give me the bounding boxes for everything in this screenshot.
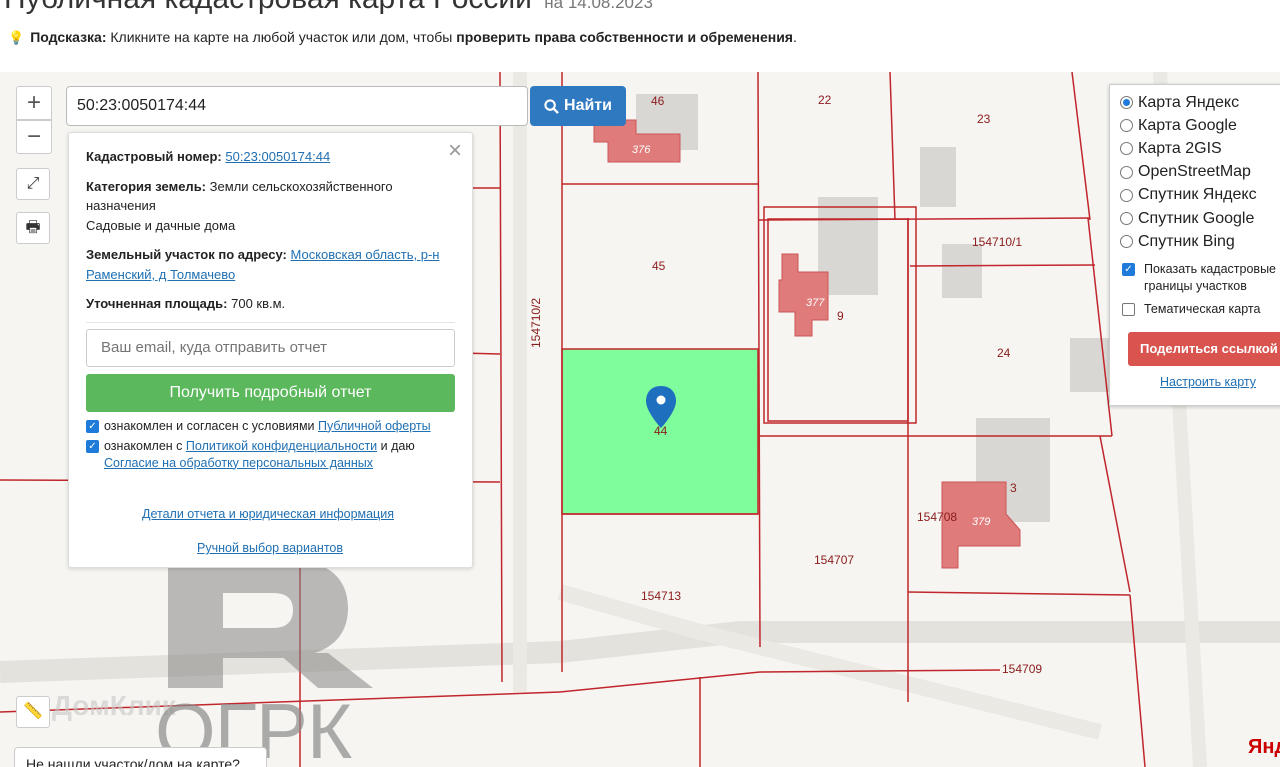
privacy-consent-text: ознакомлен с [104, 438, 186, 453]
expand-icon: ⤢ [26, 175, 40, 192]
cadastral-label: Кадастровый номер: [86, 149, 222, 164]
layer-option[interactable]: Карта 2GIS [1120, 137, 1280, 160]
layer-radio[interactable] [1120, 212, 1133, 226]
layer-radio[interactable] [1120, 96, 1133, 110]
privacy-consent-row: ✓ ознакомлен с Политикой конфиденциально… [86, 438, 455, 472]
yandex-attribution[interactable]: Янд [1248, 736, 1280, 759]
offer-link[interactable]: Публичной оферты [318, 419, 431, 433]
plot-label-46: 46 [651, 94, 665, 108]
zoom-in-button[interactable]: + [16, 86, 52, 120]
plot-label-154710-1: 154710/1 [972, 235, 1022, 249]
search-button[interactable]: Найти [530, 86, 626, 126]
layer-radio[interactable] [1120, 188, 1133, 202]
hint-end: . [792, 29, 797, 45]
plot-label-24: 24 [997, 346, 1011, 360]
layer-radio[interactable] [1120, 119, 1133, 133]
plot-label-22: 22 [818, 93, 832, 107]
layer-radio[interactable] [1120, 165, 1133, 179]
plot-info-panel: × Кадастровый номер: 50:23:0050174:44 Ка… [68, 132, 473, 568]
layer-option[interactable]: Спутник Bing [1120, 230, 1280, 253]
cadastral-number-link[interactable]: 50:23:0050174:44 [225, 149, 330, 164]
privacy-consent-mid: и даю [377, 438, 415, 453]
zoom-out-button[interactable]: − [16, 120, 52, 154]
privacy-consent-checkbox[interactable]: ✓ [86, 439, 99, 453]
plot-label-9: 9 [837, 309, 844, 323]
layer-option-label: Карта 2GIS [1138, 139, 1222, 157]
layer-radio[interactable] [1120, 142, 1133, 156]
address-label: Земельный участок по адресу: [86, 247, 287, 262]
lightbulb-icon: 💡 [8, 30, 25, 45]
area-value: 700 кв.м. [231, 296, 286, 311]
layer-option-label: Спутник Google [1138, 209, 1255, 227]
ruler-icon: 📏 [23, 703, 43, 720]
usage-value: Садовые и дачные дома [86, 217, 236, 233]
plot-label-154707: 154707 [814, 553, 854, 567]
setup-map-link[interactable]: Настроить карту [1160, 375, 1280, 389]
address-row: Земельный участок по адресу: Московская … [86, 245, 455, 284]
plot-label-45: 45 [652, 259, 666, 273]
email-field[interactable] [86, 328, 455, 367]
fullscreen-button[interactable]: ⤢ [16, 168, 50, 200]
report-details-link[interactable]: Детали отчета и юридическая информация [142, 507, 394, 521]
close-icon[interactable]: × [448, 137, 462, 165]
thematic-label: Тематическая карта [1144, 302, 1261, 317]
category-row: Категория земель: Земли сельскохозяйстве… [86, 177, 455, 236]
building-label-379: 379 [972, 516, 990, 528]
area-label: Уточненная площадь: [86, 296, 228, 311]
offer-consent-text: ознакомлен и согласен с условиями [104, 418, 318, 433]
privacy-policy-link[interactable]: Политикой конфиденциальности [186, 439, 377, 453]
plot-label-154710-2: 154710/2 [529, 298, 543, 348]
offer-consent-row: ✓ ознакомлен и согласен с условиями Публ… [86, 418, 455, 435]
hint-text: Кликните на карте на любой участок или д… [106, 29, 457, 45]
hint-label: Подсказка: [30, 29, 107, 45]
not-found-button[interactable]: Не нашли участок/дом на карте? [14, 747, 267, 767]
get-report-button[interactable]: Получить подробный отчет [86, 373, 455, 412]
offer-consent-checkbox[interactable]: ✓ [86, 419, 99, 433]
manual-selection-link[interactable]: Ручной выбор вариантов [197, 541, 343, 555]
page-date: на 14.08.2023 [544, 0, 653, 12]
plot-label-154708: 154708 [917, 510, 957, 524]
show-borders-option[interactable]: ✓ Показать кадастровые границы участков [1120, 261, 1280, 295]
show-borders-label: Показать кадастровые границы участков [1144, 262, 1277, 294]
page-title-text: Публичная кадастровая карта России [4, 0, 532, 15]
search-button-label: Найти [564, 97, 612, 114]
area-row: Уточненная площадь: 700 кв.м. [86, 294, 455, 314]
plot-label-3: 3 [1010, 481, 1017, 495]
cadastral-search-input[interactable] [66, 86, 528, 126]
layer-option[interactable]: Карта Яндекс [1120, 91, 1280, 114]
layer-radio[interactable] [1120, 235, 1133, 249]
printer-icon: 🖶 [25, 219, 41, 236]
layer-option-label: Спутник Bing [1138, 232, 1235, 250]
layer-option[interactable]: OpenStreetMap [1120, 161, 1280, 184]
ruler-button[interactable]: 📏 [16, 696, 50, 728]
show-borders-checkbox[interactable]: ✓ [1122, 263, 1135, 277]
layer-option[interactable]: Спутник Google [1120, 207, 1280, 230]
search-icon [544, 98, 559, 114]
layer-option[interactable]: Спутник Яндекс [1120, 184, 1280, 207]
building-label-376: 376 [632, 144, 651, 156]
print-button[interactable]: 🖶 [16, 212, 50, 244]
thematic-option[interactable]: Тематическая карта [1120, 301, 1280, 318]
layer-option-label: Карта Яндекс [1138, 93, 1240, 111]
category-label: Категория земель: [86, 178, 207, 194]
personal-data-link[interactable]: Согласие на обработку персональных данны… [104, 456, 373, 470]
map-layers-panel: Карта Яндекс Карта Google Карта 2GIS OpenSt… [1109, 84, 1280, 406]
hint-bar: 💡 Подсказка: Кликните на карте на любой у… [8, 29, 797, 46]
building-label-377: 377 [806, 297, 825, 309]
thematic-checkbox[interactable] [1122, 303, 1135, 317]
cadastral-map[interactable]: 376 377 379 46 22 23 45 154710/1 154710/… [0, 72, 1280, 767]
layer-option[interactable]: Карта Google [1120, 114, 1280, 137]
hint-bold-text: проверить права собственности и обремене… [456, 29, 793, 45]
plot-label-23: 23 [977, 112, 991, 126]
layer-list: Карта Яндекс Карта Google Карта 2GIS OpenSt… [1120, 91, 1280, 253]
layer-option-label: OpenStreetMap [1138, 163, 1251, 181]
divider [86, 321, 455, 323]
plot-label-154713: 154713 [641, 589, 681, 603]
plot-label-154709: 154709 [1002, 662, 1042, 676]
layer-option-label: Спутник Яндекс [1138, 186, 1257, 204]
layer-option-label: Карта Google [1138, 116, 1237, 134]
cadastral-row: Кадастровый номер: 50:23:0050174:44 [86, 147, 455, 167]
share-link-button[interactable]: Поделиться ссылкой [1128, 332, 1280, 367]
page-title: Публичная кадастровая карта России на 14… [4, 0, 653, 16]
